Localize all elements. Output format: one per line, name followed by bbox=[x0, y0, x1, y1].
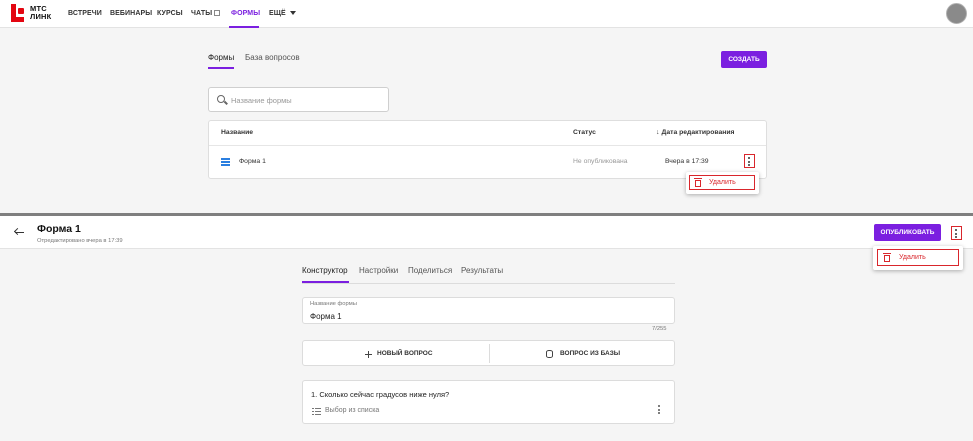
tab-results[interactable]: Результаты bbox=[461, 266, 503, 275]
nav-active-indicator bbox=[229, 26, 259, 28]
question-card[interactable]: 1. Сколько сейчас градусов ниже нуля? Вы… bbox=[302, 380, 675, 424]
row-context-menu: Удалить bbox=[686, 172, 759, 194]
header-context-menu: Удалить bbox=[873, 246, 963, 270]
nav-item-more[interactable]: ЕЩЁ bbox=[269, 10, 286, 17]
tab-question-base[interactable]: База вопросов bbox=[245, 53, 300, 62]
page-title: Форма 1 bbox=[37, 223, 81, 235]
actions-divider bbox=[489, 344, 490, 363]
search-icon bbox=[217, 95, 225, 103]
question-type: Выбор из списка bbox=[325, 407, 380, 414]
table-cell-name[interactable]: Форма 1 bbox=[239, 158, 266, 165]
form-name-field[interactable]: Название формы Форма 1 bbox=[302, 297, 675, 324]
question-actions-bar: НОВЫЙ ВОПРОС ВОПРОС ИЗ БАЗЫ bbox=[302, 340, 675, 366]
nav-item-webinars[interactable]: ВЕБИНАРЫ bbox=[110, 10, 152, 17]
table-divider bbox=[209, 145, 766, 146]
header-kebab-button[interactable] bbox=[951, 226, 962, 240]
kebab-icon[interactable] bbox=[658, 405, 660, 416]
nav-item-forms[interactable]: ФОРМЫ bbox=[231, 10, 260, 17]
question-from-base-button[interactable]: ВОПРОС ИЗ БАЗЫ bbox=[560, 350, 620, 357]
delete-menu-item[interactable]: Удалить bbox=[899, 254, 926, 261]
sort-down-icon: ↓ bbox=[656, 129, 660, 136]
logo-mark bbox=[11, 4, 26, 22]
app-logo[interactable]: МТС ЛИНК bbox=[11, 4, 61, 24]
delete-menu-item[interactable]: Удалить bbox=[709, 179, 736, 186]
logo-text: МТС ЛИНК bbox=[30, 4, 52, 21]
kebab-icon bbox=[955, 229, 957, 240]
list-type-icon bbox=[312, 408, 321, 416]
publish-button[interactable]: ОПУБЛИКОВАТЬ bbox=[874, 224, 941, 241]
tab-share[interactable]: Поделиться bbox=[408, 266, 452, 275]
list-icon bbox=[221, 158, 230, 166]
arrow-left-icon[interactable] bbox=[14, 228, 24, 236]
search-input[interactable] bbox=[231, 93, 381, 107]
external-link-icon bbox=[214, 10, 221, 16]
chevron-down-icon[interactable] bbox=[290, 11, 296, 15]
column-header-date[interactable]: ↓ Дата редактирования bbox=[656, 129, 734, 136]
column-header-name[interactable]: Название bbox=[221, 129, 253, 136]
top-navigation-bar: МТС ЛИНК ВСТРЕЧИ ВЕБИНАРЫ КУРСЫ ЧАТЫ ФОР… bbox=[0, 0, 973, 28]
avatar[interactable] bbox=[946, 3, 967, 24]
table-cell-date: Вчера в 17:39 bbox=[665, 158, 709, 165]
tab-forms[interactable]: Формы bbox=[208, 53, 234, 62]
tabs-divider bbox=[302, 283, 675, 284]
forms-list-screen: МТС ЛИНК ВСТРЕЧИ ВЕБИНАРЫ КУРСЫ ЧАТЫ ФОР… bbox=[0, 0, 973, 213]
table-cell-status: Не опубликована bbox=[573, 158, 628, 165]
tab-active-indicator bbox=[208, 67, 234, 69]
trash-icon bbox=[694, 178, 702, 187]
form-name-label: Название формы bbox=[310, 301, 357, 307]
nav-item-courses[interactable]: КУРСЫ bbox=[157, 10, 183, 17]
nav-item-chats-label: ЧАТЫ bbox=[191, 10, 213, 17]
nav-item-chats[interactable]: ЧАТЫ bbox=[191, 10, 221, 17]
row-kebab-button[interactable] bbox=[744, 154, 755, 168]
column-header-status[interactable]: Статус bbox=[573, 129, 596, 136]
form-name-value: Форма 1 bbox=[310, 312, 342, 321]
forms-table: Название Статус ↓ Дата редактирования Фор… bbox=[208, 120, 767, 179]
kebab-icon bbox=[748, 157, 750, 168]
database-icon bbox=[546, 350, 553, 358]
trash-icon bbox=[883, 253, 891, 262]
new-question-button[interactable]: НОВЫЙ ВОПРОС bbox=[377, 350, 433, 357]
tab-settings[interactable]: Настройки bbox=[359, 266, 398, 275]
nav-item-meetings[interactable]: ВСТРЕЧИ bbox=[68, 10, 102, 17]
editor-header: Форма 1 Отредактировано вчера в 17:39 ОП… bbox=[0, 216, 973, 249]
column-header-date-label: Дата редактирования bbox=[661, 129, 735, 136]
question-text: 1. Сколько сейчас градусов ниже нуля? bbox=[311, 390, 450, 399]
plus-icon bbox=[365, 351, 372, 358]
create-button[interactable]: СОЗДАТЬ bbox=[721, 51, 767, 68]
form-editor-screen: Форма 1 Отредактировано вчера в 17:39 ОП… bbox=[0, 216, 973, 441]
tab-constructor[interactable]: Конструктор bbox=[302, 266, 348, 275]
edited-timestamp: Отредактировано вчера в 17:39 bbox=[37, 238, 123, 244]
char-counter: 7/255 bbox=[652, 326, 667, 332]
search-box bbox=[208, 87, 389, 112]
